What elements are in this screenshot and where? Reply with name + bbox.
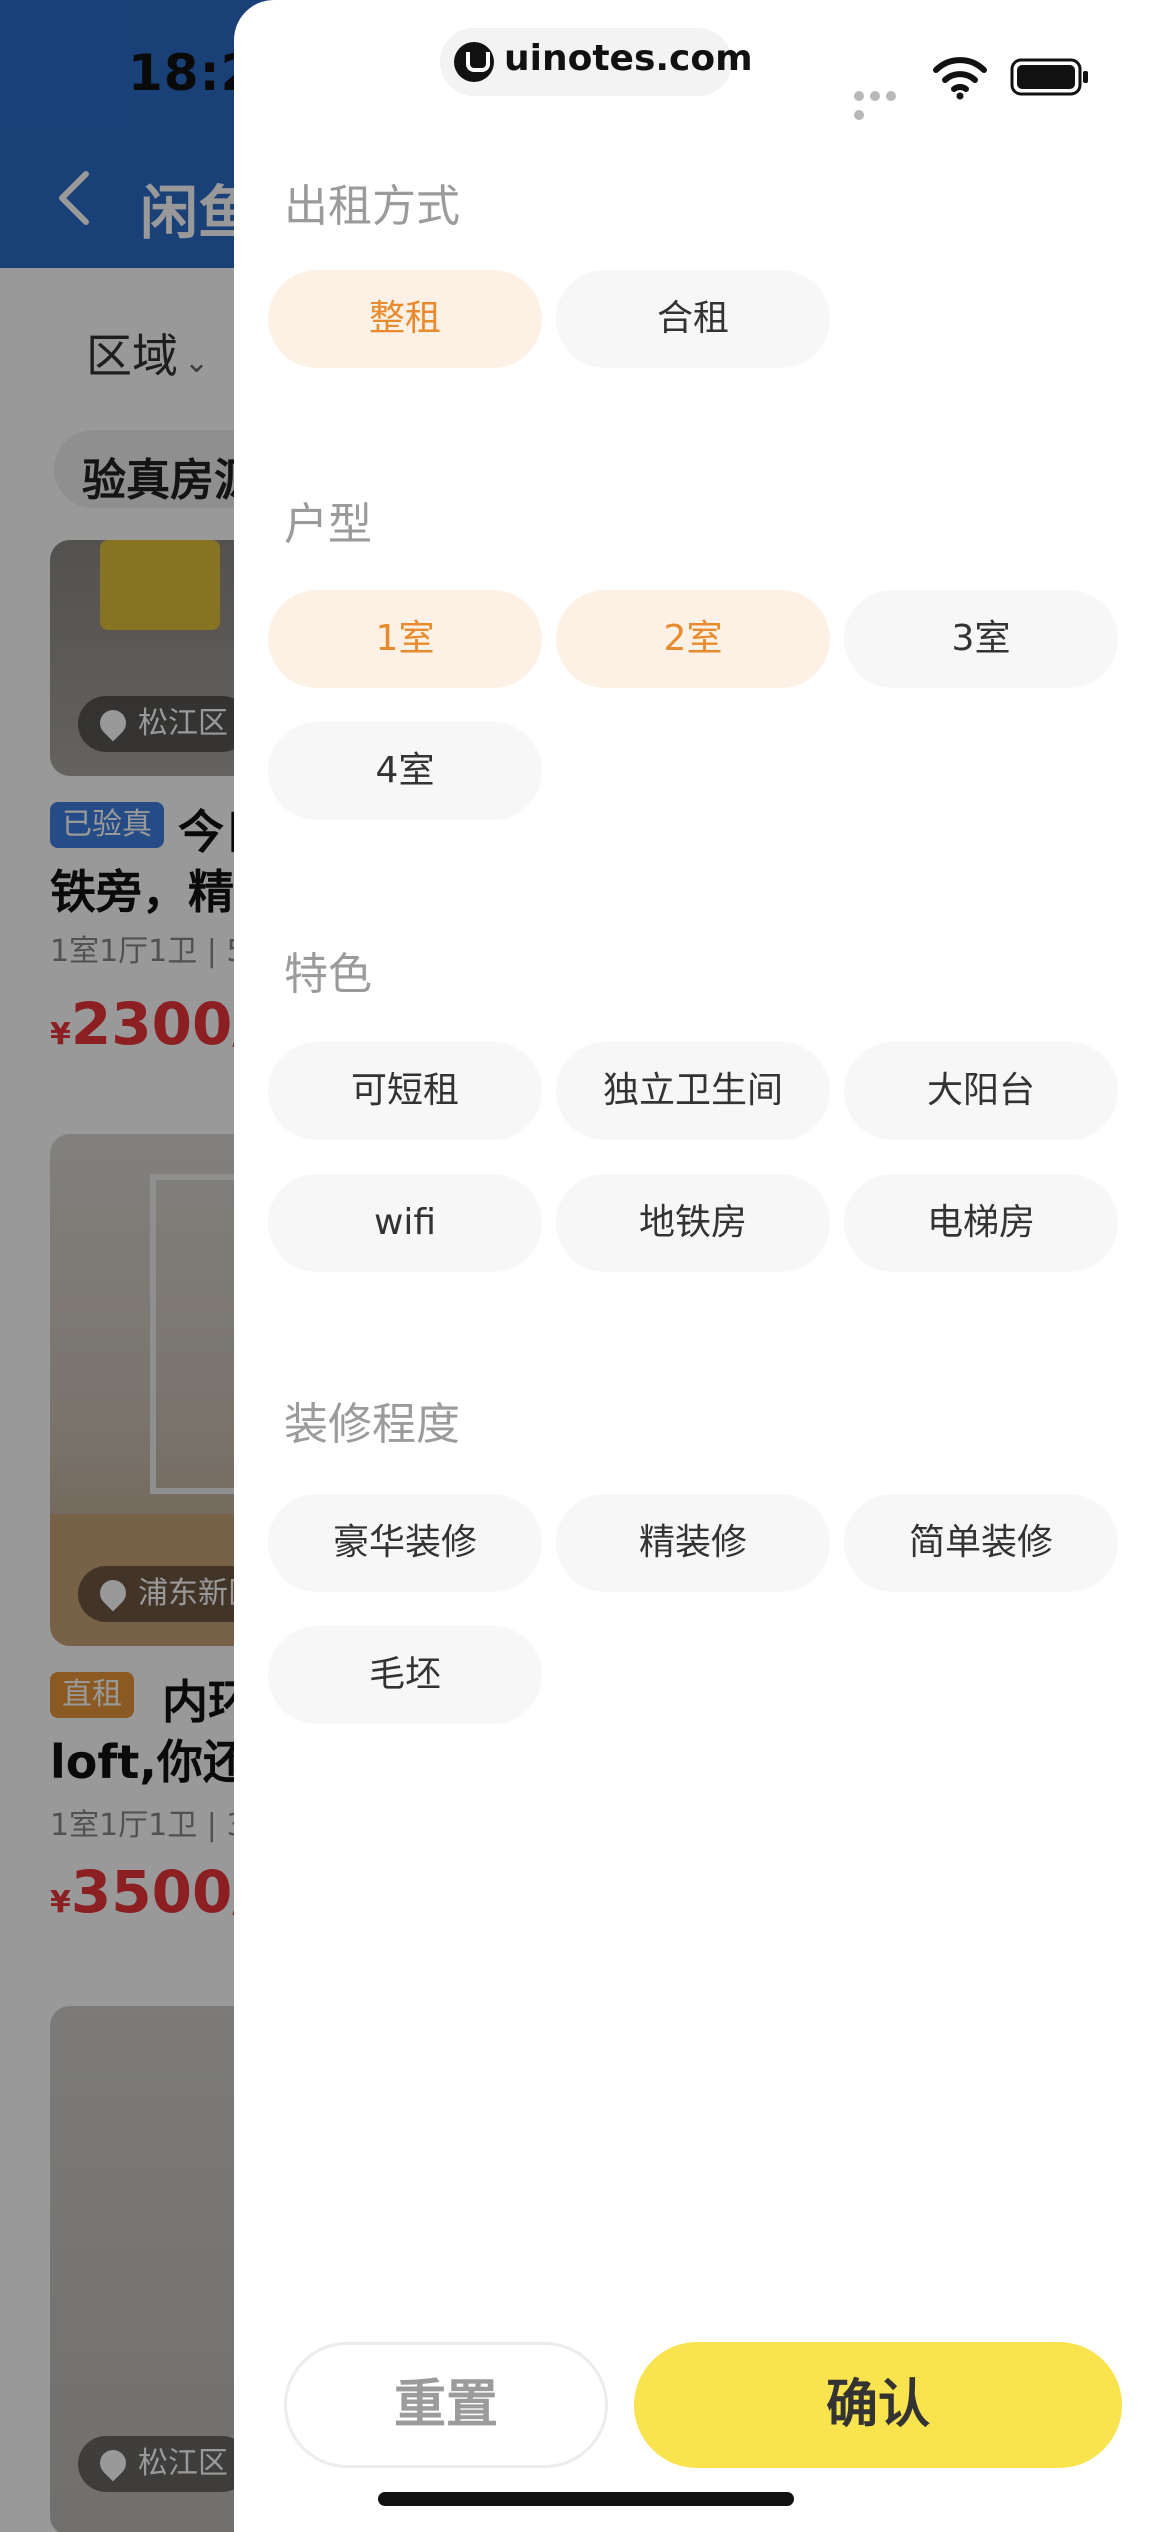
home-indicator[interactable] [378, 2492, 794, 2506]
layout-option[interactable]: 2室 [556, 590, 830, 688]
decoration-option[interactable]: 豪华装修 [268, 1494, 542, 1592]
site-logo-icon [454, 42, 494, 82]
decoration-option[interactable]: 毛坯 [268, 1626, 542, 1724]
layout-title: 户型 [284, 499, 372, 550]
wifi-icon [933, 57, 987, 100]
rent-type-title: 出租方式 [284, 181, 460, 232]
reset-button[interactable]: 重置 [284, 2342, 608, 2468]
features-title: 特色 [284, 949, 372, 1000]
layout-option[interactable]: 4室 [268, 722, 542, 820]
rent-type-option[interactable]: 合租 [556, 270, 830, 368]
battery-icon [1010, 58, 1088, 96]
decoration-option[interactable]: 精装修 [556, 1494, 830, 1592]
feature-option[interactable]: 可短租 [268, 1042, 542, 1140]
rent-type-option[interactable]: 整租 [268, 270, 542, 368]
layout-option[interactable]: 1室 [268, 590, 542, 688]
feature-option[interactable]: 电梯房 [844, 1174, 1118, 1272]
signal-icon [854, 86, 914, 120]
feature-option[interactable]: 大阳台 [844, 1042, 1118, 1140]
layout-option[interactable]: 3室 [844, 590, 1118, 688]
feature-option[interactable]: 独立卫生间 [556, 1042, 830, 1140]
feature-option[interactable]: 地铁房 [556, 1174, 830, 1272]
url-text: uinotes.com [504, 38, 753, 79]
decoration-option[interactable]: 简单装修 [844, 1494, 1118, 1592]
confirm-button[interactable]: 确认 [634, 2342, 1122, 2468]
decoration-title: 装修程度 [284, 1399, 460, 1450]
feature-option[interactable]: wifi [268, 1174, 542, 1272]
